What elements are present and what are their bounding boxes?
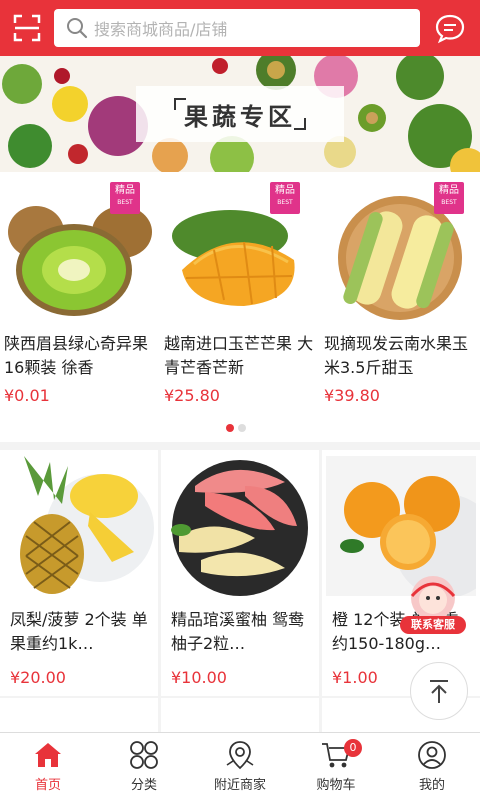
featured-product-card[interactable]: 精品 BEST 现摘现发云南水果玉米3.5斤甜玉 ¥39.80	[320, 172, 480, 412]
customer-service-label: 联系客服	[400, 616, 466, 634]
best-tag-sub: BEST	[441, 199, 457, 206]
product-image-pineapple	[20, 456, 154, 594]
carousel-dot-active[interactable]	[226, 424, 234, 432]
cart-count-badge: 0	[344, 739, 362, 757]
home-icon	[35, 743, 61, 767]
tab-profile[interactable]: 我的	[384, 733, 480, 800]
best-tag: 精品 BEST	[434, 182, 464, 214]
message-icon	[435, 14, 465, 44]
tab-category[interactable]: 分类	[96, 733, 192, 800]
banner-title: 果蔬专区	[184, 102, 296, 131]
product-image-pomelo	[171, 460, 308, 596]
featured-product-card[interactable]: 精品 BEST 越南进口玉芒芒果 大青芒香芒新 ¥25.80	[160, 172, 320, 412]
product-price: ¥20.00	[10, 668, 66, 687]
category-banner[interactable]: 果蔬专区	[0, 56, 480, 172]
best-tag-sub: BEST	[117, 199, 133, 206]
arrow-up-icon	[430, 680, 448, 703]
banner-title-box: 果蔬专区	[136, 86, 344, 142]
product-card[interactable]: 橙 12个装 单果重约150-180g… ¥1.00	[322, 450, 480, 696]
best-tag-label: 精品	[275, 185, 295, 196]
search-input[interactable]: 搜索商城商品/店铺	[54, 9, 420, 47]
product-card[interactable]: 凤梨/菠萝 2个装 单果重约1k… ¥20.00	[0, 450, 158, 696]
tab-nearby-stores[interactable]: 附近商家	[192, 733, 288, 800]
tab-label: 附近商家	[213, 778, 266, 793]
product-name: 陕西眉县绿心奇异果16颗装 徐香	[4, 334, 149, 377]
corner-bracket-top-left	[174, 98, 186, 110]
best-tag-label: 精品	[115, 185, 135, 196]
bottom-navigation: 首页 分类 附近商家 购物车 我的 0	[0, 732, 480, 800]
customer-service-icon	[410, 576, 456, 620]
best-tag-sub: BEST	[277, 199, 293, 206]
product-price: ¥25.80	[164, 386, 220, 405]
carousel-indicator	[226, 424, 246, 432]
search-placeholder: 搜索商城商品/店铺	[94, 20, 228, 39]
back-to-top-button[interactable]	[410, 662, 468, 720]
user-icon	[418, 741, 446, 769]
product-name: 越南进口玉芒芒果 大青芒香芒新	[164, 334, 314, 377]
message-button[interactable]	[420, 0, 480, 56]
tab-cart[interactable]: 购物车	[288, 733, 384, 800]
corner-bracket-bottom-right	[294, 118, 306, 130]
tab-label: 分类	[130, 778, 157, 793]
category-icon	[130, 741, 158, 769]
product-name: 现摘现发云南水果玉米3.5斤甜玉	[324, 334, 469, 377]
featured-products: 精品 BEST 陕西眉县绿心奇异果16颗装 徐香 ¥0.01 精品 BEST 越…	[0, 172, 480, 442]
best-tag: 精品 BEST	[270, 182, 300, 214]
tab-label: 购物车	[316, 778, 356, 793]
scan-button[interactable]	[0, 0, 54, 56]
customer-service-button[interactable]: 联系客服	[400, 574, 466, 636]
product-price: ¥1.00	[332, 668, 378, 687]
page: 搜索商城商品/店铺 果蔬专区 精品 BEST 陕西眉县绿心奇异果16颗装 徐香 …	[0, 0, 480, 800]
tab-home[interactable]: 首页	[0, 733, 96, 800]
tab-label: 我的	[418, 778, 445, 793]
carousel-dot[interactable]	[238, 424, 246, 432]
tab-label: 首页	[34, 778, 61, 793]
product-price: ¥0.01	[4, 386, 50, 405]
location-icon	[226, 741, 254, 770]
product-price: ¥10.00	[171, 668, 227, 687]
product-name: 凤梨/菠萝 2个装 单果重约1k…	[10, 610, 148, 653]
product-price: ¥39.80	[324, 386, 380, 405]
best-tag-label: 精品	[439, 185, 459, 196]
scan-icon	[13, 14, 41, 42]
product-card[interactable]: 精品琯溪蜜柚 鸳鸯柚子2粒… ¥10.00	[161, 450, 319, 696]
top-bar: 搜索商城商品/店铺	[0, 0, 480, 56]
search-icon	[67, 18, 88, 39]
best-tag: 精品 BEST	[110, 182, 140, 214]
featured-product-card[interactable]: 精品 BEST 陕西眉县绿心奇异果16颗装 徐香 ¥0.01	[0, 172, 160, 412]
product-name: 精品琯溪蜜柚 鸳鸯柚子2粒…	[171, 610, 305, 653]
